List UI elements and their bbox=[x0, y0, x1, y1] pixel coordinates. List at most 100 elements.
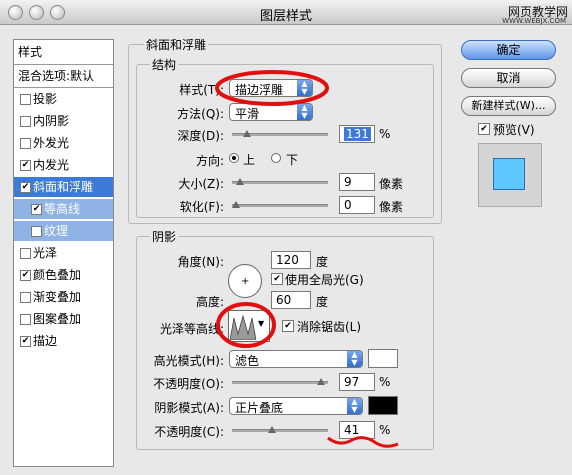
structure-title: 结构 bbox=[150, 56, 179, 73]
sidebar-item-stroke[interactable]: ✔ 描边 bbox=[14, 331, 113, 351]
sidebar-header: 样式 bbox=[18, 45, 43, 59]
technique-select-value: 平滑 bbox=[235, 107, 260, 121]
technique-label: 方法(Q): bbox=[177, 107, 224, 121]
updown-arrow-icon: ▲ ▼ bbox=[347, 398, 362, 414]
preview-checkbox[interactable]: ✔ bbox=[478, 123, 490, 135]
shadow-mode-label: 阴影模式(A): bbox=[154, 401, 224, 415]
depth-input[interactable]: 131 bbox=[339, 125, 375, 143]
style-select[interactable]: 描边浮雕 ▲ ▼ bbox=[229, 79, 313, 97]
shadow-mode-value: 正片叠底 bbox=[235, 401, 284, 415]
updown-arrow-icon: ▲ ▼ bbox=[297, 104, 312, 120]
highlight-opacity-slider[interactable] bbox=[232, 378, 328, 385]
contour-preview-icon bbox=[230, 312, 256, 340]
gloss-contour-picker[interactable]: ▼ bbox=[228, 310, 270, 342]
sidebar-item-gradient-overlay[interactable]: 渐变叠加 bbox=[14, 287, 113, 307]
checkbox[interactable]: ✔ bbox=[20, 336, 31, 347]
checkbox[interactable] bbox=[31, 226, 42, 237]
sidebar-item-blending-options[interactable]: 混合选项:默认 bbox=[14, 66, 113, 86]
preview-thumbnail bbox=[478, 143, 542, 207]
checkbox[interactable]: ✔ bbox=[20, 270, 31, 281]
direction-down-radio[interactable] bbox=[271, 153, 281, 163]
checkbox[interactable] bbox=[20, 248, 31, 259]
soften-label: 软化(F): bbox=[179, 200, 224, 214]
sidebar-item-inner-glow[interactable]: ✔ 内发光 bbox=[14, 155, 113, 175]
watermark-url: WWW.WEBJX.COM bbox=[502, 17, 566, 25]
altitude-input[interactable]: 60 bbox=[271, 291, 311, 309]
highlight-opacity-unit: % bbox=[379, 375, 391, 389]
size-unit: 像素 bbox=[379, 177, 404, 191]
bevel-emboss-title: 斜面和浮雕 bbox=[144, 36, 209, 53]
style-label: 样式(T): bbox=[179, 83, 224, 97]
angle-crosshair-icon: + bbox=[241, 276, 250, 287]
ok-button[interactable]: 确定 bbox=[461, 40, 556, 60]
altitude-unit: 度 bbox=[316, 295, 329, 309]
checkbox[interactable] bbox=[20, 314, 31, 325]
sidebar-item-bevel-emboss[interactable]: ✔ 斜面和浮雕 bbox=[14, 177, 113, 197]
technique-select[interactable]: 平滑 ▲ ▼ bbox=[229, 103, 313, 121]
checkbox[interactable] bbox=[20, 292, 31, 303]
highlight-mode-select[interactable]: 滤色 ▲ ▼ bbox=[229, 350, 363, 368]
checkbox[interactable] bbox=[20, 138, 31, 149]
depth-slider-thumb[interactable] bbox=[243, 130, 252, 137]
size-slider-thumb[interactable] bbox=[236, 178, 245, 185]
depth-unit: % bbox=[379, 127, 391, 141]
sidebar-item-outer-glow[interactable]: 外发光 bbox=[14, 133, 113, 153]
soften-slider[interactable] bbox=[232, 201, 328, 208]
highlight-color-swatch[interactable] bbox=[368, 349, 398, 368]
antialias-checkbox[interactable]: ✔ bbox=[282, 320, 294, 332]
sidebar-item-drop-shadow[interactable]: 投影 bbox=[14, 89, 113, 109]
window-title: 图层样式 bbox=[259, 9, 312, 24]
sidebar-item-color-overlay[interactable]: ✔ 颜色叠加 bbox=[14, 265, 113, 285]
depth-label: 深度(D): bbox=[177, 129, 224, 143]
styles-sidebar: 样式 混合选项:默认 投影 内阴影 外发光 ✔ 内发光 ✔ 斜面和浮雕 ✔ 等高线 纹… bbox=[13, 39, 114, 467]
checkbox[interactable] bbox=[20, 116, 31, 127]
sidebar-item-pattern-overlay[interactable]: 图案叠加 bbox=[14, 309, 113, 329]
angle-unit: 度 bbox=[316, 255, 329, 269]
sidebar-item-contour[interactable]: ✔ 等高线 bbox=[14, 199, 113, 219]
highlight-opacity-input[interactable]: 97 bbox=[339, 373, 375, 391]
soften-slider-thumb[interactable] bbox=[232, 201, 240, 208]
direction-label: 方向: bbox=[195, 154, 224, 168]
global-light-checkbox[interactable]: ✔ bbox=[271, 273, 283, 285]
depth-slider[interactable] bbox=[232, 130, 328, 137]
direction-up-radio[interactable] bbox=[229, 153, 239, 163]
preview-swatch bbox=[493, 158, 525, 190]
gloss-contour-label: 光泽等高线: bbox=[159, 322, 224, 336]
highlight-opacity-thumb[interactable] bbox=[317, 378, 326, 385]
altitude-label: 高度: bbox=[195, 295, 224, 309]
sidebar-item-satin[interactable]: 光泽 bbox=[14, 243, 113, 263]
highlight-mode-value: 滤色 bbox=[235, 354, 260, 368]
shadow-color-swatch[interactable] bbox=[368, 396, 398, 415]
soften-input[interactable]: 0 bbox=[339, 196, 375, 214]
angle-input[interactable]: 120 bbox=[271, 251, 311, 269]
size-slider[interactable] bbox=[232, 178, 328, 185]
shadow-opacity-slider[interactable] bbox=[232, 426, 328, 433]
shadow-opacity-thumb[interactable] bbox=[268, 426, 277, 433]
shadow-mode-select[interactable]: 正片叠底 ▲ ▼ bbox=[229, 397, 363, 415]
direction-up-label: 上 bbox=[243, 153, 256, 167]
checkbox[interactable]: ✔ bbox=[20, 182, 31, 193]
style-select-value: 描边浮雕 bbox=[235, 83, 284, 97]
highlight-mode-label: 高光模式(H): bbox=[153, 354, 224, 368]
sidebar-item-inner-shadow[interactable]: 内阴影 bbox=[14, 111, 113, 131]
updown-arrow-icon: ▲ ▼ bbox=[347, 351, 362, 367]
highlight-opacity-label: 不透明度(O): bbox=[153, 377, 224, 391]
shadow-opacity-unit: % bbox=[379, 423, 391, 437]
new-style-button[interactable]: 新建样式(W)... bbox=[461, 96, 556, 116]
checkbox[interactable]: ✔ bbox=[31, 204, 42, 215]
checkbox[interactable]: ✔ bbox=[20, 160, 31, 171]
shadow-opacity-input[interactable]: 41 bbox=[339, 421, 375, 439]
preview-label: 预览(V) bbox=[493, 123, 535, 137]
checkbox[interactable] bbox=[20, 94, 31, 105]
shadow-opacity-label: 不透明度(C): bbox=[154, 425, 224, 439]
angle-dial[interactable]: + bbox=[228, 264, 262, 298]
shading-title: 阴影 bbox=[150, 228, 179, 245]
size-label: 大小(Z): bbox=[178, 177, 224, 191]
angle-label: 角度(N): bbox=[177, 255, 224, 269]
size-input[interactable]: 9 bbox=[339, 173, 375, 191]
updown-arrow-icon: ▲ ▼ bbox=[297, 80, 312, 96]
sidebar-item-texture[interactable]: 纹理 bbox=[14, 221, 113, 241]
cancel-button[interactable]: 取消 bbox=[461, 68, 556, 88]
direction-down-label: 下 bbox=[286, 153, 299, 167]
soften-unit: 像素 bbox=[379, 200, 404, 214]
